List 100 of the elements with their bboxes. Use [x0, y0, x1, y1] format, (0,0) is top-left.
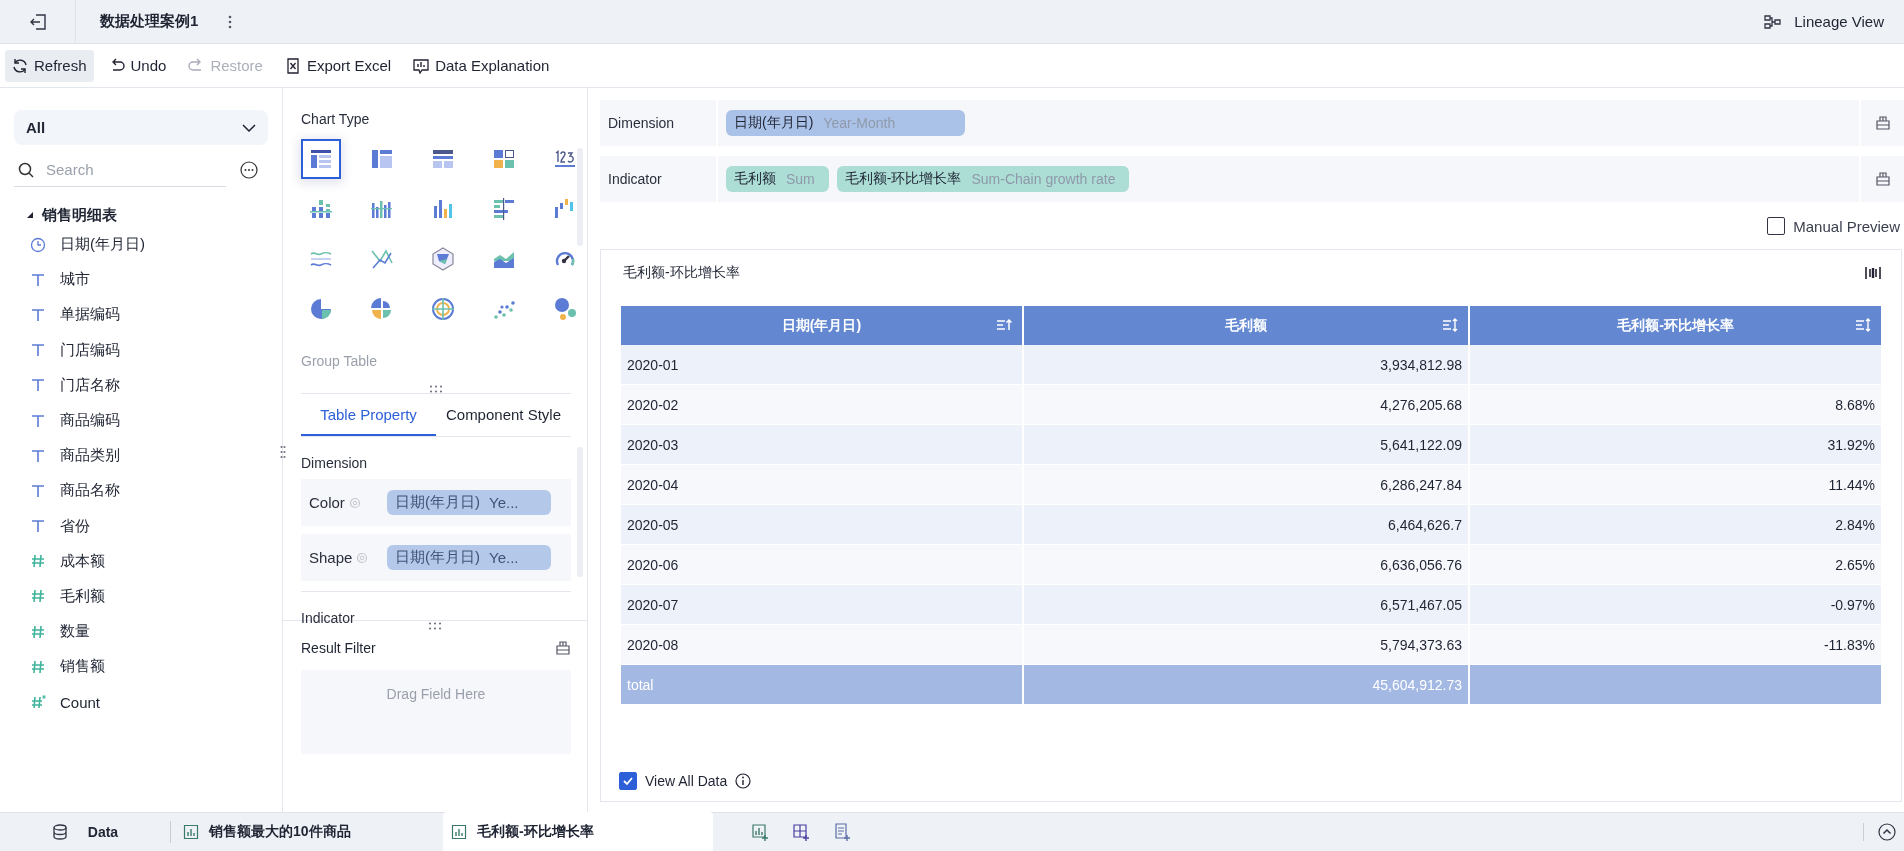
excel-icon [284, 57, 301, 74]
field-item[interactable]: Count [14, 684, 267, 720]
info-icon[interactable] [735, 773, 752, 789]
sort-icon[interactable] [1855, 318, 1871, 332]
shelf-label: Dimension [600, 100, 718, 146]
add-report-icon[interactable] [833, 823, 851, 841]
shelf-settings-icon[interactable] [1874, 171, 1891, 187]
text-field-icon [30, 377, 46, 394]
field-pill[interactable]: 日期(年月日) Ye... [387, 545, 551, 570]
resize-handle[interactable] [280, 445, 286, 459]
filter-settings-icon[interactable] [555, 640, 571, 656]
table-cell: 2020-06 [621, 545, 1024, 585]
lineage-view-button[interactable]: Lineage View [1760, 9, 1888, 34]
table-cell: 2020-01 [621, 345, 1024, 385]
field-pill[interactable]: 日期(年月日) Ye... [387, 490, 551, 515]
checkbox-label: Manual Preview [1793, 217, 1900, 235]
table-cell: 8.68% [1470, 385, 1883, 425]
field-item[interactable]: 商品名称 [14, 473, 267, 509]
sort-icon[interactable] [1442, 318, 1458, 332]
checkbox[interactable] [1767, 217, 1786, 235]
column-header[interactable]: 日期(年月日) [621, 306, 1024, 345]
table-cell: 2.84% [1470, 505, 1883, 545]
sheet-tab[interactable]: Data [0, 813, 170, 851]
expand-icon[interactable] [26, 211, 34, 219]
field-item[interactable]: 省份 [14, 508, 267, 544]
field-item[interactable]: 城市 [14, 262, 267, 298]
section-title: Indicator [301, 591, 571, 626]
toolbar-button[interactable]: Refresh [5, 49, 94, 82]
number-field-icon [30, 588, 46, 605]
text-field-icon [30, 271, 46, 288]
chart-icon [451, 823, 467, 840]
lineage-icon [1764, 13, 1783, 30]
text-field-icon [30, 342, 46, 359]
column-header[interactable]: 毛利额 [1024, 306, 1470, 345]
more-icon[interactable] [228, 14, 233, 29]
section-title: Chart Type [301, 111, 371, 127]
table-cell: 2020-08 [621, 625, 1024, 665]
text-field-icon [30, 412, 46, 429]
clock-icon [30, 236, 46, 253]
number-field-icon [30, 623, 46, 640]
toolbar-button[interactable]: Export Excel [277, 49, 399, 82]
column-header[interactable]: 毛利额-环比增长率 [1470, 306, 1883, 345]
document-title: 数据处理案例1 [100, 12, 199, 31]
text-field-icon [30, 306, 46, 323]
field-item[interactable]: 商品编码 [14, 402, 267, 439]
filter-dropdown[interactable]: All [14, 110, 268, 145]
add-dashboard-icon[interactable] [792, 823, 810, 841]
more-options-icon[interactable] [240, 161, 258, 179]
toolbar-button[interactable]: Data Explanation [406, 49, 557, 82]
exit-icon[interactable] [28, 12, 47, 31]
refresh-icon [12, 57, 28, 74]
column-width-icon[interactable] [1865, 265, 1881, 281]
toolbar-button[interactable]: Undo [101, 49, 174, 82]
field-item[interactable]: 单据编码 [14, 297, 267, 333]
total-cell: total [621, 665, 1024, 705]
tab[interactable]: Component Style [436, 394, 571, 436]
field-item[interactable]: 数量 [14, 614, 267, 650]
table-icon[interactable] [301, 139, 341, 179]
field-item[interactable]: 门店名称 [14, 367, 267, 403]
table-cell: 5,641,122.09 [1024, 425, 1470, 465]
attribute-label: Shape [309, 549, 353, 566]
table-cell: 2020-04 [621, 465, 1024, 505]
table-cell: 6,464,626.7 [1024, 505, 1470, 545]
field-item[interactable]: 商品类别 [14, 438, 267, 474]
table-cell: -11.83% [1470, 625, 1883, 665]
chart-note-icon [413, 57, 430, 74]
table-cell: 4,276,205.68 [1024, 385, 1470, 425]
field-pill[interactable]: 日期(年月日) Year-Month [726, 110, 966, 136]
add-chart-icon[interactable] [751, 823, 769, 841]
section-title: Result Filter [301, 640, 376, 656]
resize-handle[interactable] [429, 384, 443, 393]
table-cell: 2020-05 [621, 505, 1024, 545]
collapse-icon[interactable] [1878, 823, 1896, 841]
attribute-label: Color [309, 494, 345, 511]
chart-icon [183, 824, 199, 840]
field-item[interactable]: 日期(年月日) [14, 227, 267, 263]
number-field-icon [30, 553, 46, 570]
sheet-tab[interactable]: 毛利额-环比增长率 [443, 812, 713, 851]
resize-handle[interactable] [428, 621, 442, 630]
shelf-label: Indicator [600, 156, 718, 202]
search-icon[interactable] [18, 161, 34, 178]
tree-node[interactable]: 销售明细表 [14, 203, 267, 227]
search-field[interactable]: Search [44, 160, 214, 179]
shelf-settings-icon[interactable] [1874, 115, 1891, 131]
tab[interactable]: Table Property [301, 394, 436, 436]
field-item[interactable]: 成本额 [14, 543, 267, 579]
field-item[interactable]: 门店编码 [14, 332, 267, 368]
text-field-icon [30, 447, 46, 464]
field-pill[interactable]: 毛利额-环比增长率 Sum-Chain growth rate [836, 166, 1130, 192]
table-cell: 2.65% [1470, 545, 1883, 585]
total-cell: 45,604,912.73 [1024, 665, 1470, 705]
number-field-icon [30, 658, 46, 675]
table-cell: 31.92% [1470, 425, 1883, 465]
field-item[interactable]: 销售额 [14, 649, 267, 685]
checkbox-label: View All Data [645, 773, 728, 789]
table-cell: 2020-07 [621, 585, 1024, 625]
field-pill[interactable]: 毛利额 Sum [726, 166, 829, 192]
sort-icon[interactable] [996, 318, 1012, 332]
table-cell: 2020-02 [621, 385, 1024, 425]
field-item[interactable]: 毛利额 [14, 578, 267, 615]
